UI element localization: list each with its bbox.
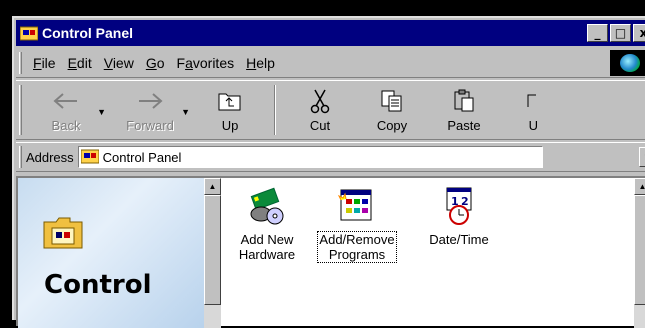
icons-scrollbar[interactable]: ▲ [634,178,645,328]
clipboard-icon [452,88,476,114]
undo-label: U [528,118,538,133]
icon-label-line1: Date/Time [429,232,489,247]
control-panel-small-icon [80,148,100,167]
icons-view: Add New Hardware Add/Remove Programs 1 2… [222,178,632,328]
back-label: Back [51,118,81,133]
undo-button[interactable]: U [500,81,540,139]
minimize-icon: _ [594,26,601,40]
close-button[interactable]: x [633,24,645,42]
menu-view[interactable]: View [101,55,143,71]
standard-toolbar: Back ▼ Forward ▼ Up Cut Copy Paste U [16,80,645,140]
forward-button[interactable]: Forward ▼ [114,81,190,139]
close-icon: x [639,26,645,40]
control-panel-folder-icon [42,214,84,250]
toolbar-grip[interactable] [19,85,22,135]
address-value: Control Panel [102,149,182,165]
paste-label: Paste [447,118,481,133]
menu-edit[interactable]: Edit [65,55,101,71]
forward-dropdown-icon[interactable]: ▼ [181,107,190,117]
icon-label-line1: Add New [240,232,294,247]
window-title: Control Panel [42,25,134,41]
copy-icon [380,88,404,114]
scroll-thumb[interactable] [634,195,645,305]
scroll-up-icon[interactable]: ▲ [634,178,645,195]
date-time-item[interactable]: 1 2 Date/Time [414,178,504,247]
menu-file[interactable]: File [30,55,65,71]
maximize-icon: □ [614,26,627,40]
paste-button[interactable]: Paste [428,81,500,139]
undo-icon [526,88,538,114]
content-area: Control ▲ Add New Hardware Add/Remove Pr… [16,176,645,328]
web-view-title: Control [44,270,152,300]
back-dropdown-icon[interactable]: ▼ [97,107,106,117]
title-bar[interactable]: Control Panel _ □ x [16,20,645,46]
address-field[interactable]: Control Panel [77,146,543,168]
menu-bar: File Edit View Go Favorites Help [16,48,645,78]
copy-button[interactable]: Copy [356,81,428,139]
hardware-icon [247,186,287,226]
programs-window-icon [337,186,377,226]
icon-label-line1: Add/Remove [319,232,395,247]
left-pane-scrollbar[interactable]: ▲ [204,178,221,328]
cut-button[interactable]: Cut [284,81,356,139]
icon-label-line2: Programs [328,247,386,262]
globe-icon [620,54,640,72]
control-panel-window: Control Panel _ □ x File Edit View Go Fa… [12,16,645,328]
scroll-up-icon[interactable]: ▲ [204,178,221,195]
cut-label: Cut [309,118,331,133]
maximize-button[interactable]: □ [610,24,631,42]
back-arrow-icon [53,88,79,114]
calendar-clock-icon: 1 2 [439,186,479,226]
icon-label-line2: Hardware [238,247,296,262]
forward-arrow-icon [137,88,163,114]
back-button[interactable]: Back ▼ [30,81,106,139]
menu-help[interactable]: Help [243,55,284,71]
add-new-hardware-item[interactable]: Add New Hardware [222,178,312,262]
menu-favorites[interactable]: Favorites [174,55,244,71]
address-dropdown-button[interactable]: ▼ [638,147,645,167]
minimize-button[interactable]: _ [587,24,608,42]
copy-label: Copy [376,118,408,133]
scroll-thumb[interactable] [204,195,221,305]
scissors-icon [310,88,330,114]
address-label: Address [25,149,74,165]
add-remove-programs-item[interactable]: Add/Remove Programs [312,178,402,263]
addressbar-grip[interactable] [19,146,22,168]
control-panel-icon [19,25,39,41]
up-folder-icon [218,88,242,114]
address-bar: Address Control Panel ▼ [16,142,645,172]
menu-go[interactable]: Go [143,55,174,71]
menubar-grip[interactable] [19,51,22,74]
toolbar-separator [274,85,276,135]
up-button[interactable]: Up [194,81,266,139]
windows-logo-throbber [610,50,645,76]
web-view-pane: Control [18,178,204,328]
forward-label: Forward [126,118,174,133]
screen-frame: Control Panel _ □ x File Edit View Go Fa… [0,0,645,328]
up-label: Up [221,118,239,133]
